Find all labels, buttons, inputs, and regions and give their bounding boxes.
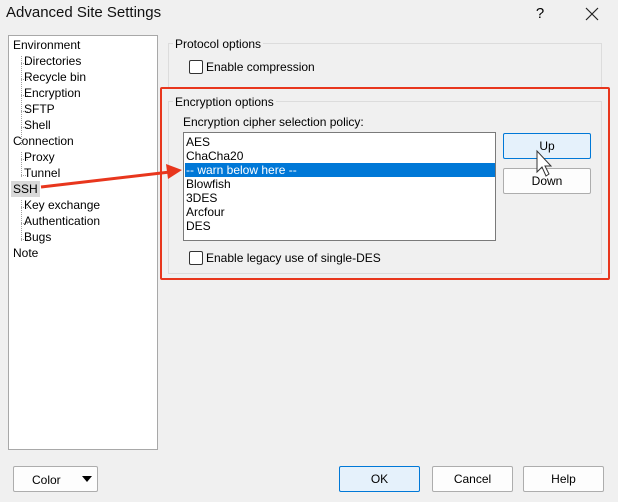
- tree-item-shell[interactable]: Shell: [24, 117, 51, 133]
- tree-item-tunnel[interactable]: Tunnel: [24, 165, 60, 181]
- tree-item-note[interactable]: Note: [13, 245, 38, 261]
- color-button-label: Color: [32, 473, 61, 487]
- encryption-highlight-box: [160, 87, 610, 280]
- color-dropdown-button[interactable]: Color: [13, 466, 98, 492]
- tree-item-sftp[interactable]: SFTP: [24, 101, 55, 117]
- title-bar: Advanced Site Settings ?: [0, 0, 618, 28]
- tree-item-directories[interactable]: Directories: [24, 53, 81, 69]
- tree-connector: [21, 56, 22, 145]
- settings-tree[interactable]: Environment Directories Recycle bin Encr…: [8, 35, 158, 450]
- ok-button[interactable]: OK: [339, 466, 420, 492]
- tree-item-key-exchange[interactable]: Key exchange: [24, 197, 100, 213]
- help-button[interactable]: Help: [523, 466, 604, 492]
- tree-item-authentication[interactable]: Authentication: [24, 213, 100, 229]
- tree-connector: [21, 152, 22, 177]
- close-icon: [585, 7, 599, 21]
- window-title: Advanced Site Settings: [6, 4, 162, 21]
- close-button[interactable]: [572, 0, 612, 28]
- protocol-options-label: Protocol options: [173, 37, 264, 51]
- tree-item-recycle-bin[interactable]: Recycle bin: [24, 69, 86, 85]
- compression-label[interactable]: Enable compression: [206, 60, 315, 74]
- help-title-button[interactable]: ?: [520, 0, 560, 28]
- dropdown-arrow-icon: [82, 476, 92, 482]
- help-icon: ?: [535, 5, 545, 22]
- tree-item-connection[interactable]: Connection: [13, 133, 74, 149]
- tree-item-encryption[interactable]: Encryption: [24, 85, 81, 101]
- tree-item-environment[interactable]: Environment: [13, 37, 80, 53]
- compression-checkbox[interactable]: [189, 60, 203, 74]
- cancel-button[interactable]: Cancel: [432, 466, 513, 492]
- tree-item-proxy[interactable]: Proxy: [24, 149, 55, 165]
- tree-item-bugs[interactable]: Bugs: [24, 229, 51, 245]
- tree-item-ssh[interactable]: SSH: [11, 181, 40, 197]
